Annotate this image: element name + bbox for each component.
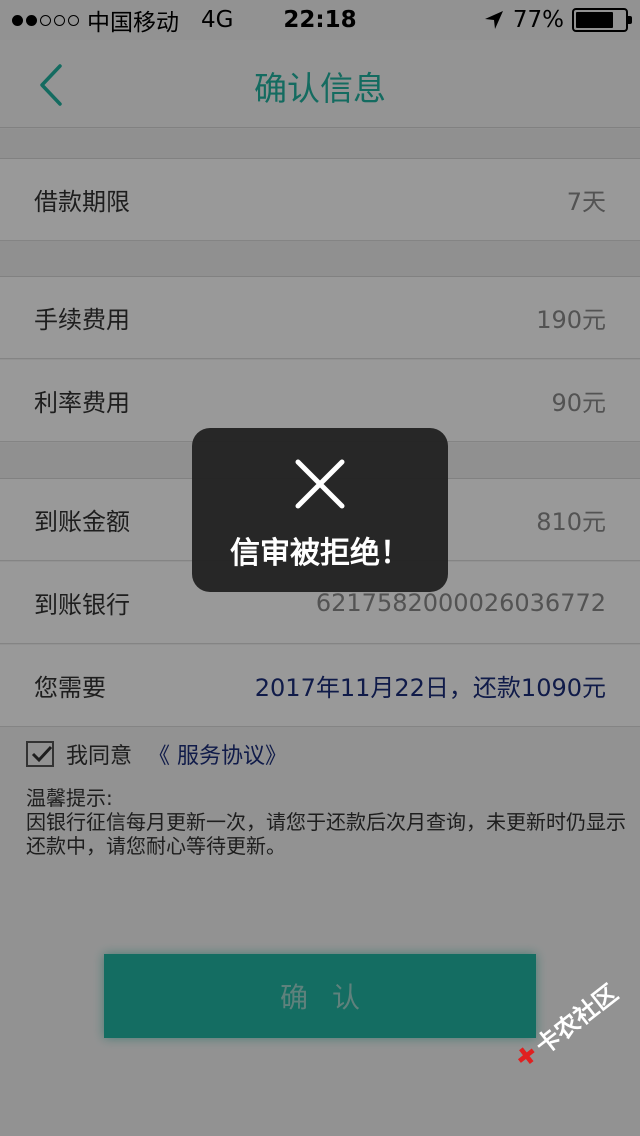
close-icon xyxy=(295,459,345,509)
error-toast: 信审被拒绝！ xyxy=(192,428,448,592)
toast-message: 信审被拒绝！ xyxy=(230,536,410,571)
